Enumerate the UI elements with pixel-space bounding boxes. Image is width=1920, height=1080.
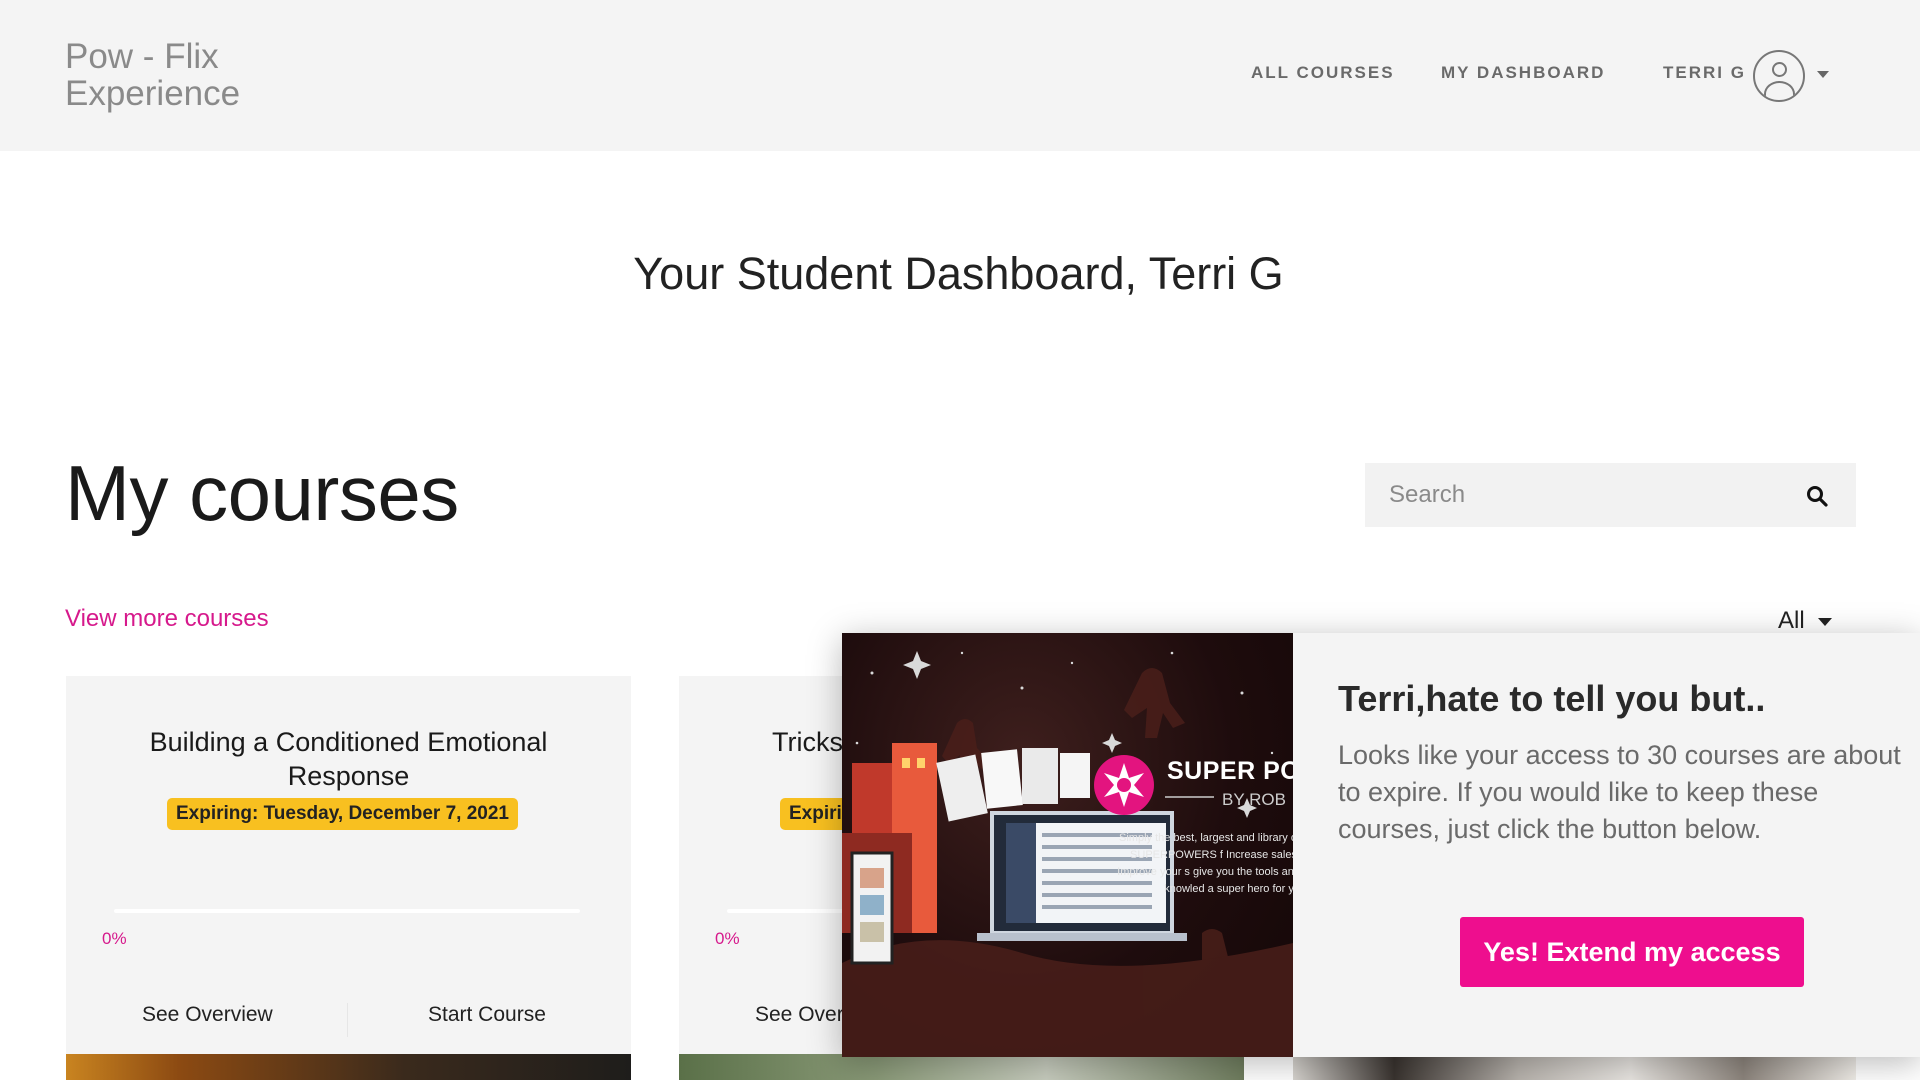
search-input[interactable]: [1365, 463, 1785, 527]
avatar-head-shape: [1772, 62, 1787, 77]
course-title[interactable]: Building a Conditioned Emotional Respons…: [96, 725, 601, 793]
popup-title: Terri,hate to tell you but..: [1338, 678, 1766, 719]
course-progress-percent: 0%: [715, 929, 740, 948]
dashboard-title: Your Student Dashboard, Terri G: [0, 248, 1920, 300]
promo-brand-text: SUPER PO: [1167, 757, 1293, 785]
card-action-divider: [347, 1003, 348, 1037]
course-filter-select[interactable]: All: [1778, 607, 1805, 635]
course-card: Building a Conditioned Emotional Respons…: [66, 676, 631, 1080]
logo-line-1: Pow - Flix: [65, 37, 219, 76]
user-menu-caret-down-icon[interactable]: [1817, 71, 1829, 78]
popup-message: Looks like your access to 30 courses are…: [1338, 740, 1901, 844]
popup-promo-image: SUPER PO BY ROB Simply the best, largest…: [842, 633, 1293, 1057]
course-thumbnail[interactable]: [66, 1054, 631, 1080]
logo-line-2: Experience: [65, 74, 241, 113]
course-thumbnail[interactable]: [1293, 1054, 1856, 1080]
search-icon[interactable]: [1806, 485, 1828, 507]
course-search: [1365, 463, 1856, 527]
expiring-badge: Expiring: Tuesday, December 7, 2021: [167, 798, 518, 830]
promo-description: Simply the best, largest and library of …: [1117, 832, 1293, 895]
expiring-badge: Expiri: [780, 798, 851, 830]
course-progress-percent: 0%: [102, 929, 127, 948]
dashboard-title-text: Your Student Dashboard, Terri G: [633, 248, 1284, 299]
promo-by-text: BY ROB: [1222, 790, 1286, 809]
see-overview-button[interactable]: See Overview: [142, 1003, 273, 1027]
course-progress-bar: [114, 909, 580, 913]
course-thumbnail[interactable]: [679, 1054, 1244, 1080]
top-header: Pow - Flix Experience ALL COURSES MY DAS…: [0, 0, 1920, 151]
start-course-button[interactable]: Start Course: [428, 1003, 546, 1027]
nav-all-courses[interactable]: ALL COURSES: [1251, 63, 1395, 83]
expiry-popup: SUPER PO BY ROB Simply the best, largest…: [842, 633, 1920, 1057]
filter-caret-down-icon[interactable]: [1818, 618, 1832, 626]
my-courses-heading: My courses: [65, 449, 459, 537]
avatar-body-shape: [1764, 81, 1795, 100]
view-more-courses-link[interactable]: View more courses: [65, 605, 269, 633]
user-avatar-icon[interactable]: [1753, 50, 1805, 102]
extend-access-button[interactable]: Yes! Extend my access: [1460, 917, 1804, 987]
nav-user-name[interactable]: TERRI G: [1663, 63, 1746, 83]
nav-my-dashboard[interactable]: MY DASHBOARD: [1441, 63, 1605, 83]
site-logo[interactable]: Pow - Flix Experience: [65, 38, 325, 112]
see-overview-button[interactable]: See Over: [755, 1003, 844, 1027]
